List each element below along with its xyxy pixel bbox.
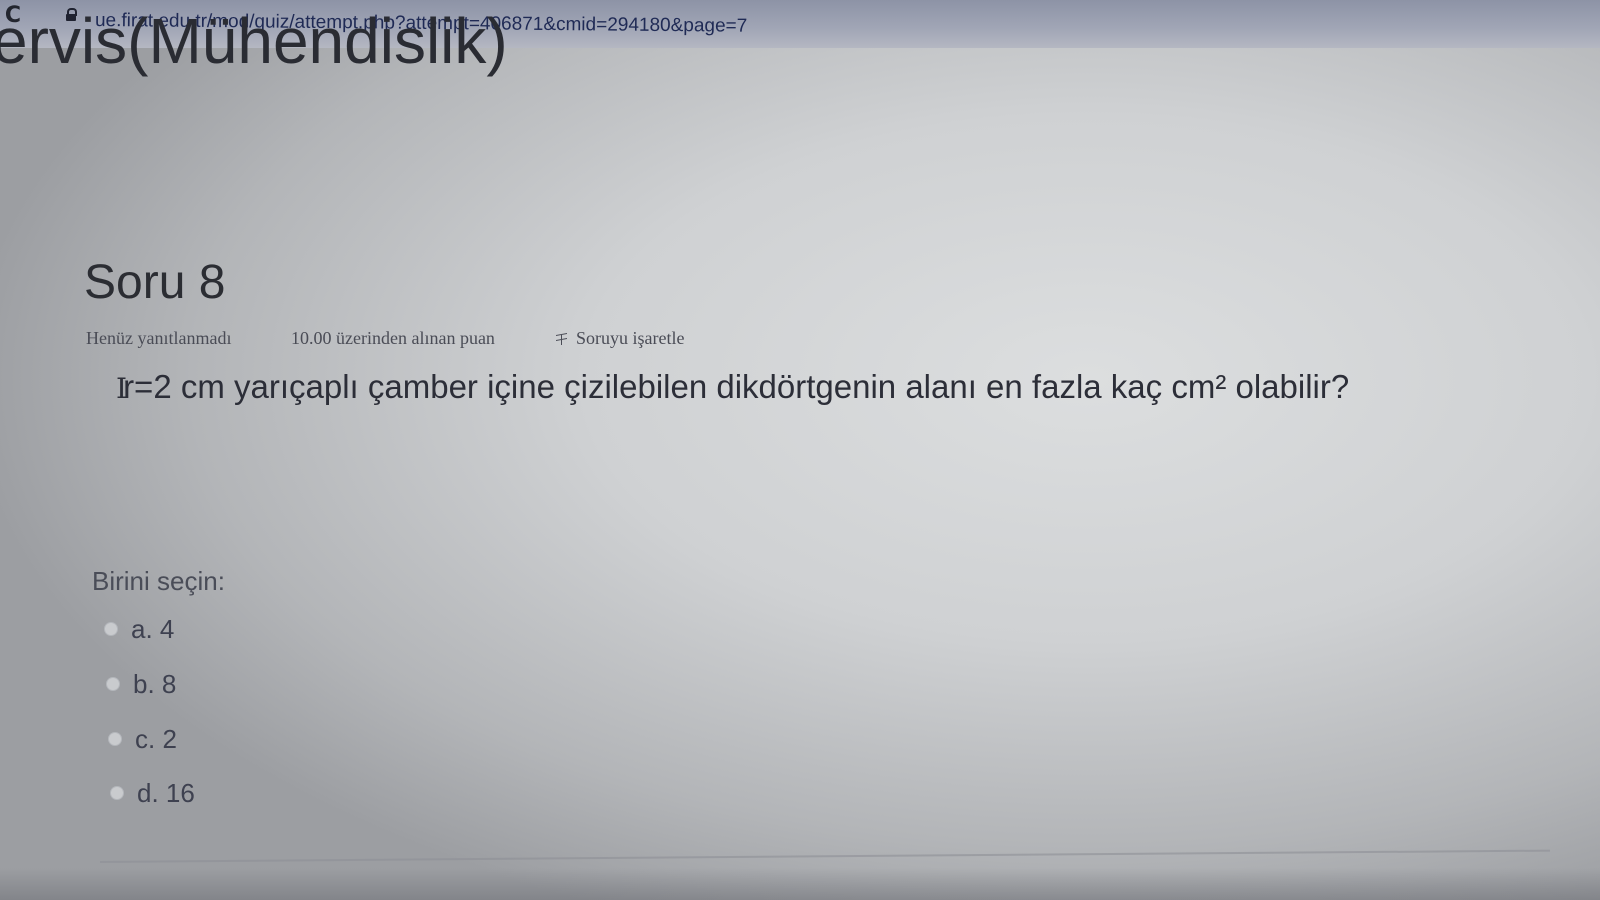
answer-label: c. 2 (135, 723, 177, 754)
radio-button[interactable] (104, 622, 118, 636)
question-state: Henüz yanıtlanmadı (86, 328, 232, 348)
answer-option-a[interactable]: a. 4 (104, 614, 174, 644)
screen-edge-shadow (0, 868, 1600, 900)
answer-option-d[interactable]: d. 16 (110, 778, 195, 808)
answer-label: d. 16 (137, 777, 195, 808)
flag-icon (556, 332, 568, 346)
course-title: ervis(Mühendislik) (0, 4, 508, 90)
radio-button[interactable] (110, 786, 124, 800)
answer-label: a. 4 (131, 613, 175, 644)
question-title: Soru 8 (84, 256, 226, 309)
question-text-body: r=2 cm yarıçaplı çamber içine çizilebile… (123, 368, 1350, 405)
question-grade: 10.00 üzerinden alınan puan (291, 328, 495, 348)
radio-button[interactable] (108, 732, 122, 746)
answer-option-c[interactable]: c. 2 (108, 724, 177, 754)
answer-option-b[interactable]: b. 8 (106, 669, 176, 699)
flag-question-link[interactable]: Soruyu işaretle (556, 328, 684, 349)
course-title-text: ervis(Mühendislik) (0, 5, 508, 77)
question-text: Ir=2 cm yarıçaplı çamber içine çizilebil… (116, 368, 1349, 406)
answer-prompt: Birini seçin: (92, 566, 225, 596)
radio-button[interactable] (106, 677, 120, 691)
answer-label: b. 8 (133, 668, 177, 699)
divider (99, 849, 1550, 863)
flag-question-label: Soruyu işaretle (576, 328, 685, 348)
